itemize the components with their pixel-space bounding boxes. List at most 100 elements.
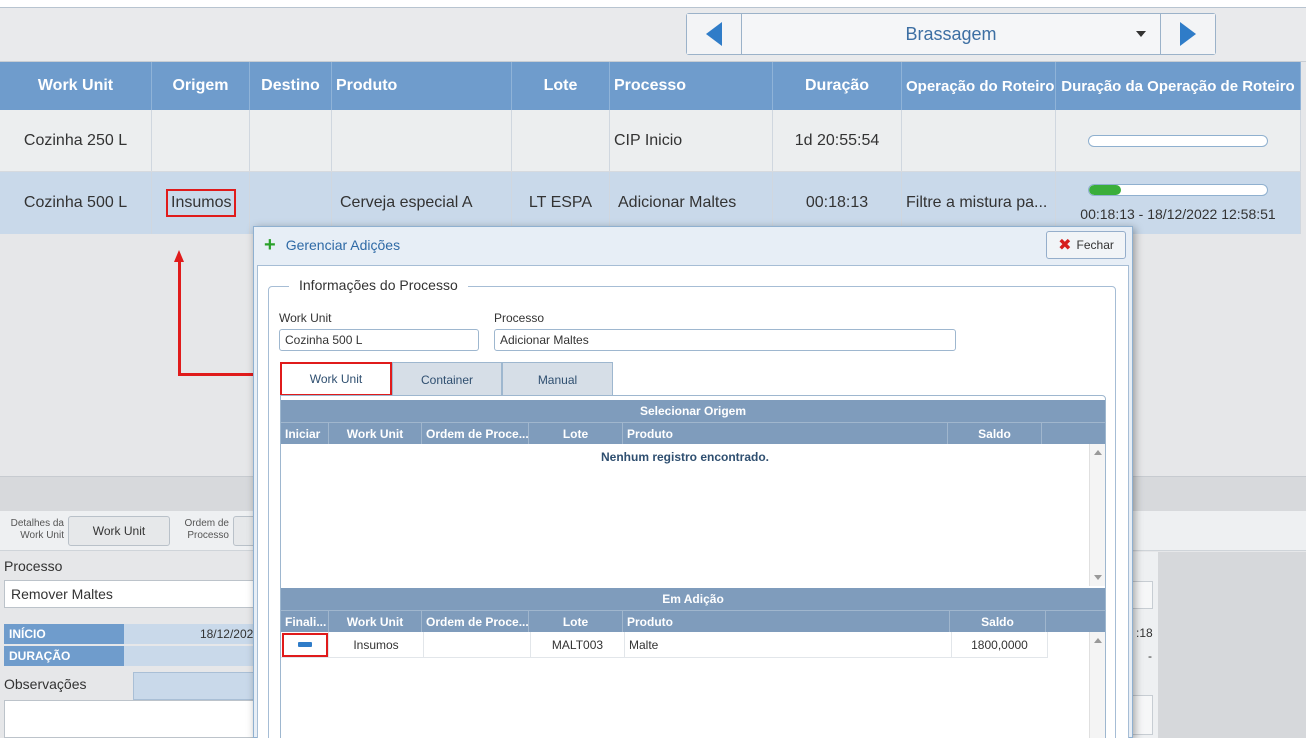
cell-processo: CIP Inicio bbox=[610, 110, 773, 171]
close-button-label: Fechar bbox=[1076, 238, 1114, 252]
cell-finalizar bbox=[281, 632, 329, 657]
origem-header: Iniciar Work Unit Ordem de Proce... Lote… bbox=[281, 422, 1105, 444]
col-destino[interactable]: Destino bbox=[250, 62, 332, 110]
col-origem[interactable]: Origem bbox=[152, 62, 250, 110]
close-button[interactable]: ✖ Fechar bbox=[1046, 231, 1126, 259]
annotation-arrow-vertical bbox=[178, 258, 181, 376]
source-tabs: Work Unit Container Manual bbox=[280, 362, 613, 396]
origem-body: Nenhum registro encontrado. bbox=[281, 444, 1105, 586]
col-operacao-roteiro[interactable]: Operação do Roteiro bbox=[902, 62, 1056, 110]
duracao-label: DURAÇÃO bbox=[4, 646, 124, 666]
cell-duracao: 00:18:13 bbox=[773, 172, 902, 234]
cell-work-unit: Cozinha 250 L bbox=[0, 110, 152, 171]
tab-work-unit[interactable]: Work Unit bbox=[280, 362, 392, 396]
inicio-label: INÍCIO bbox=[4, 624, 124, 644]
col-processo[interactable]: Processo bbox=[610, 62, 773, 110]
dialog-title: Gerenciar Adições bbox=[285, 237, 401, 253]
observacoes-textarea[interactable] bbox=[4, 700, 266, 738]
dialog-body: Informações do Processo Work Unit Cozinh… bbox=[257, 265, 1129, 738]
table-row[interactable]: Insumos MALT003 Malte 1800,0000 bbox=[281, 632, 1048, 658]
operation-progress-bar bbox=[1088, 184, 1268, 196]
tab-panel-work-unit: Selecionar Origem Iniciar Work Unit Orde… bbox=[280, 395, 1106, 738]
col-produto[interactable]: Produto bbox=[623, 611, 950, 632]
cell-lote: LT ESPA bbox=[512, 172, 610, 234]
cell-work-unit: Cozinha 500 L bbox=[0, 172, 152, 234]
scroll-up-icon[interactable] bbox=[1094, 450, 1102, 455]
cell-processo: Adicionar Maltes bbox=[610, 172, 773, 234]
col-produto[interactable]: Produto bbox=[623, 423, 948, 444]
cell-saldo: 1800,0000 bbox=[952, 632, 1048, 657]
tab-container[interactable]: Container bbox=[392, 362, 502, 396]
em-adicao-table: Em Adição Finali... Work Unit Ordem de P… bbox=[281, 588, 1105, 738]
selecionar-origem-title: Selecionar Origem bbox=[281, 400, 1105, 422]
previous-stage-button[interactable] bbox=[687, 14, 742, 54]
process-info-fieldset: Informações do Processo Work Unit Cozinh… bbox=[268, 277, 1116, 738]
cell-origem: Insumos bbox=[152, 172, 250, 234]
cell-lote: MALT003 bbox=[531, 632, 625, 657]
col-duracao[interactable]: Duração bbox=[773, 62, 902, 110]
processo-field[interactable]: Remover Maltes bbox=[4, 580, 266, 608]
ordem-label: Ordem de Processo bbox=[172, 518, 229, 542]
operation-progress-text: 00:18:13 - 18/12/2022 12:58:51 bbox=[1080, 206, 1276, 222]
stage-navigator: Brassagem bbox=[686, 13, 1216, 55]
right-side-panel bbox=[1158, 552, 1306, 738]
col-work-unit[interactable]: Work Unit bbox=[329, 611, 422, 632]
observacoes-button[interactable] bbox=[133, 672, 266, 700]
col-duracao-operacao[interactable]: Duração da Operação de Roteiro bbox=[1056, 62, 1301, 110]
ordem-label-line1: Ordem de bbox=[184, 518, 229, 529]
processo-title: Processo bbox=[4, 558, 63, 574]
col-ordem-processo[interactable]: Ordem de Proce... bbox=[422, 611, 529, 632]
work-unit-detail-button[interactable]: Work Unit bbox=[68, 516, 170, 546]
finalize-button[interactable] bbox=[282, 632, 328, 657]
right-frag-time: :18 bbox=[1136, 626, 1153, 640]
inicio-value: 18/12/2022 bbox=[124, 624, 266, 644]
scroll-up-icon[interactable] bbox=[1094, 638, 1102, 643]
adicao-scrollbar[interactable] bbox=[1089, 632, 1105, 738]
duracao-value bbox=[124, 646, 266, 666]
col-ordem-processo[interactable]: Ordem de Proce... bbox=[422, 423, 529, 444]
col-lote[interactable]: Lote bbox=[529, 423, 623, 444]
ordem-label-line2: Processo bbox=[187, 530, 229, 541]
col-lote[interactable]: Lote bbox=[512, 62, 610, 110]
scroll-down-icon[interactable] bbox=[1094, 575, 1102, 580]
right-frag-dash: - bbox=[1148, 649, 1152, 663]
origem-highlight: Insumos bbox=[166, 189, 237, 217]
work-unit-field[interactable]: Cozinha 500 L bbox=[279, 329, 479, 351]
col-lote[interactable]: Lote bbox=[529, 611, 623, 632]
processo-field[interactable]: Adicionar Maltes bbox=[494, 329, 956, 351]
col-saldo[interactable]: Saldo bbox=[950, 611, 1046, 632]
cell-origem bbox=[152, 110, 250, 171]
detalhes-label-line2: Work Unit bbox=[20, 530, 64, 541]
observacoes-label: Observações bbox=[4, 676, 87, 692]
stage-select[interactable]: Brassagem bbox=[742, 14, 1160, 54]
grid-header: Work Unit Origem Destino Produto Lote Pr… bbox=[0, 62, 1301, 110]
top-bar: Brassagem bbox=[0, 0, 1306, 62]
col-finalizar[interactable]: Finali... bbox=[281, 611, 329, 632]
next-stage-button[interactable] bbox=[1160, 14, 1215, 54]
cell-work-unit: Insumos bbox=[329, 632, 424, 657]
arrow-right-icon bbox=[1180, 22, 1196, 46]
table-row[interactable]: Cozinha 250 L CIP Inicio 1d 20:55:54 bbox=[0, 110, 1301, 172]
minus-icon bbox=[298, 642, 312, 647]
stage-select-value: Brassagem bbox=[905, 23, 997, 44]
inicio-row: INÍCIO 18/12/2022 bbox=[4, 624, 266, 644]
table-row-selected[interactable]: Cozinha 500 L Insumos Cerveja especial A… bbox=[0, 172, 1301, 234]
dialog-header[interactable]: + Gerenciar Adições ✖ Fechar bbox=[254, 227, 1132, 263]
col-work-unit[interactable]: Work Unit bbox=[0, 62, 152, 110]
cell-operacao bbox=[902, 110, 1056, 171]
cell-ordem bbox=[424, 632, 531, 657]
origem-scrollbar[interactable] bbox=[1089, 444, 1105, 586]
detalhes-label-line1: Detalhes da bbox=[10, 518, 64, 529]
col-saldo[interactable]: Saldo bbox=[948, 423, 1042, 444]
empty-message: Nenhum registro encontrado. bbox=[600, 450, 770, 464]
work-unit-label: Work Unit bbox=[279, 311, 332, 325]
tab-manual[interactable]: Manual bbox=[502, 362, 613, 396]
adicao-body: Insumos MALT003 Malte 1800,0000 bbox=[281, 632, 1105, 738]
col-iniciar[interactable]: Iniciar bbox=[281, 423, 329, 444]
cell-destino bbox=[250, 172, 332, 234]
processo-label: Processo bbox=[494, 311, 545, 325]
col-produto[interactable]: Produto bbox=[332, 62, 512, 110]
fieldset-legend: Informações do Processo bbox=[289, 277, 468, 293]
close-icon: ✖ bbox=[1058, 237, 1072, 254]
col-work-unit[interactable]: Work Unit bbox=[329, 423, 422, 444]
